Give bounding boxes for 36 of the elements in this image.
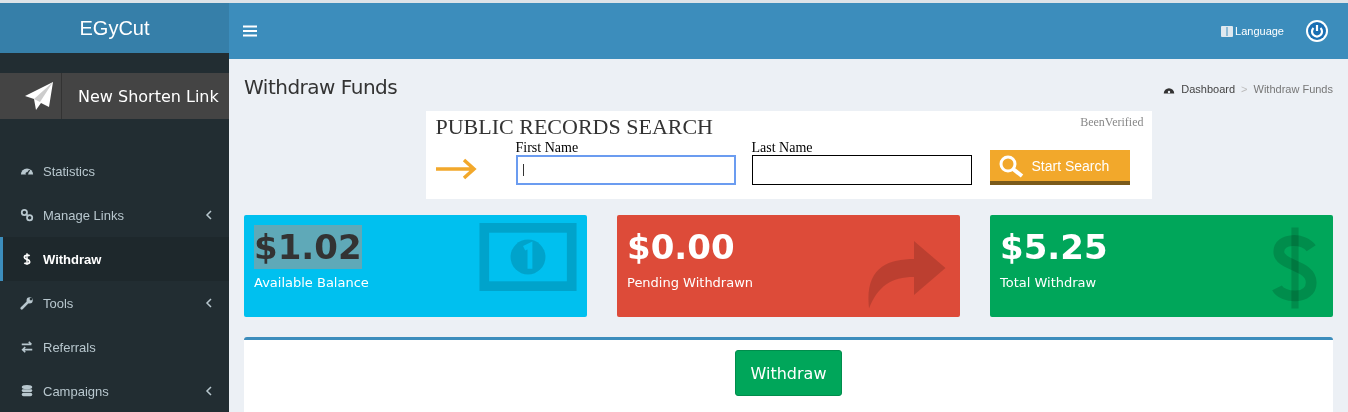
stat-amount: $5.25 xyxy=(1000,226,1108,269)
field-label: First Name xyxy=(515,140,580,155)
stat-amount: $0.00 xyxy=(627,226,735,269)
new-link-button[interactable]: New Shorten Link xyxy=(0,73,229,119)
breadcrumb-separator: > xyxy=(1241,83,1248,95)
sidebar-item[interactable]: Statistics xyxy=(0,149,229,193)
app-logo[interactable]: EGyCut xyxy=(0,3,229,53)
breadcrumb-item: Withdraw Funds xyxy=(1253,83,1333,95)
power-icon[interactable] xyxy=(1306,20,1328,42)
search-icon xyxy=(997,153,1026,178)
breadcrumb-item[interactable]: Dashboard xyxy=(1181,83,1236,95)
stat-amount: $1.02 xyxy=(254,225,362,269)
stat-label: Total Withdraw xyxy=(1000,275,1098,290)
wrench-icon xyxy=(20,296,34,310)
stat-label: Pending Withdrawn xyxy=(627,275,755,290)
language-link[interactable]: Language xyxy=(1221,25,1284,37)
banknote-icon xyxy=(479,223,577,291)
sidebar-item[interactable]: Referrals xyxy=(0,325,229,369)
field-label: Last Name xyxy=(751,140,814,155)
stat-label: Available Balance xyxy=(254,275,370,290)
menu-icon[interactable] xyxy=(243,25,257,37)
book-icon xyxy=(1221,25,1234,37)
page-title: Withdraw Funds xyxy=(244,75,398,99)
link-icon xyxy=(20,208,34,222)
name-field[interactable] xyxy=(515,155,736,185)
ad-banner[interactable]: PUBLIC RECORDS SEARCH BeenVerified First Name Last Name Start Search xyxy=(425,111,1152,199)
sidebar-item[interactable]: Campaigns xyxy=(0,369,229,412)
sidebar-item[interactable]: Manage Links xyxy=(0,193,229,237)
ad-title: PUBLIC RECORDS SEARCH xyxy=(435,114,713,140)
ad-brand: BeenVerified xyxy=(1080,115,1144,130)
arrow-icon xyxy=(435,158,478,180)
database-icon xyxy=(20,384,34,398)
exchange-icon xyxy=(20,340,34,354)
name-field[interactable] xyxy=(751,155,972,185)
sidebar-item[interactable]: Withdraw xyxy=(0,237,229,281)
sidebar-item[interactable]: Tools xyxy=(0,281,229,325)
